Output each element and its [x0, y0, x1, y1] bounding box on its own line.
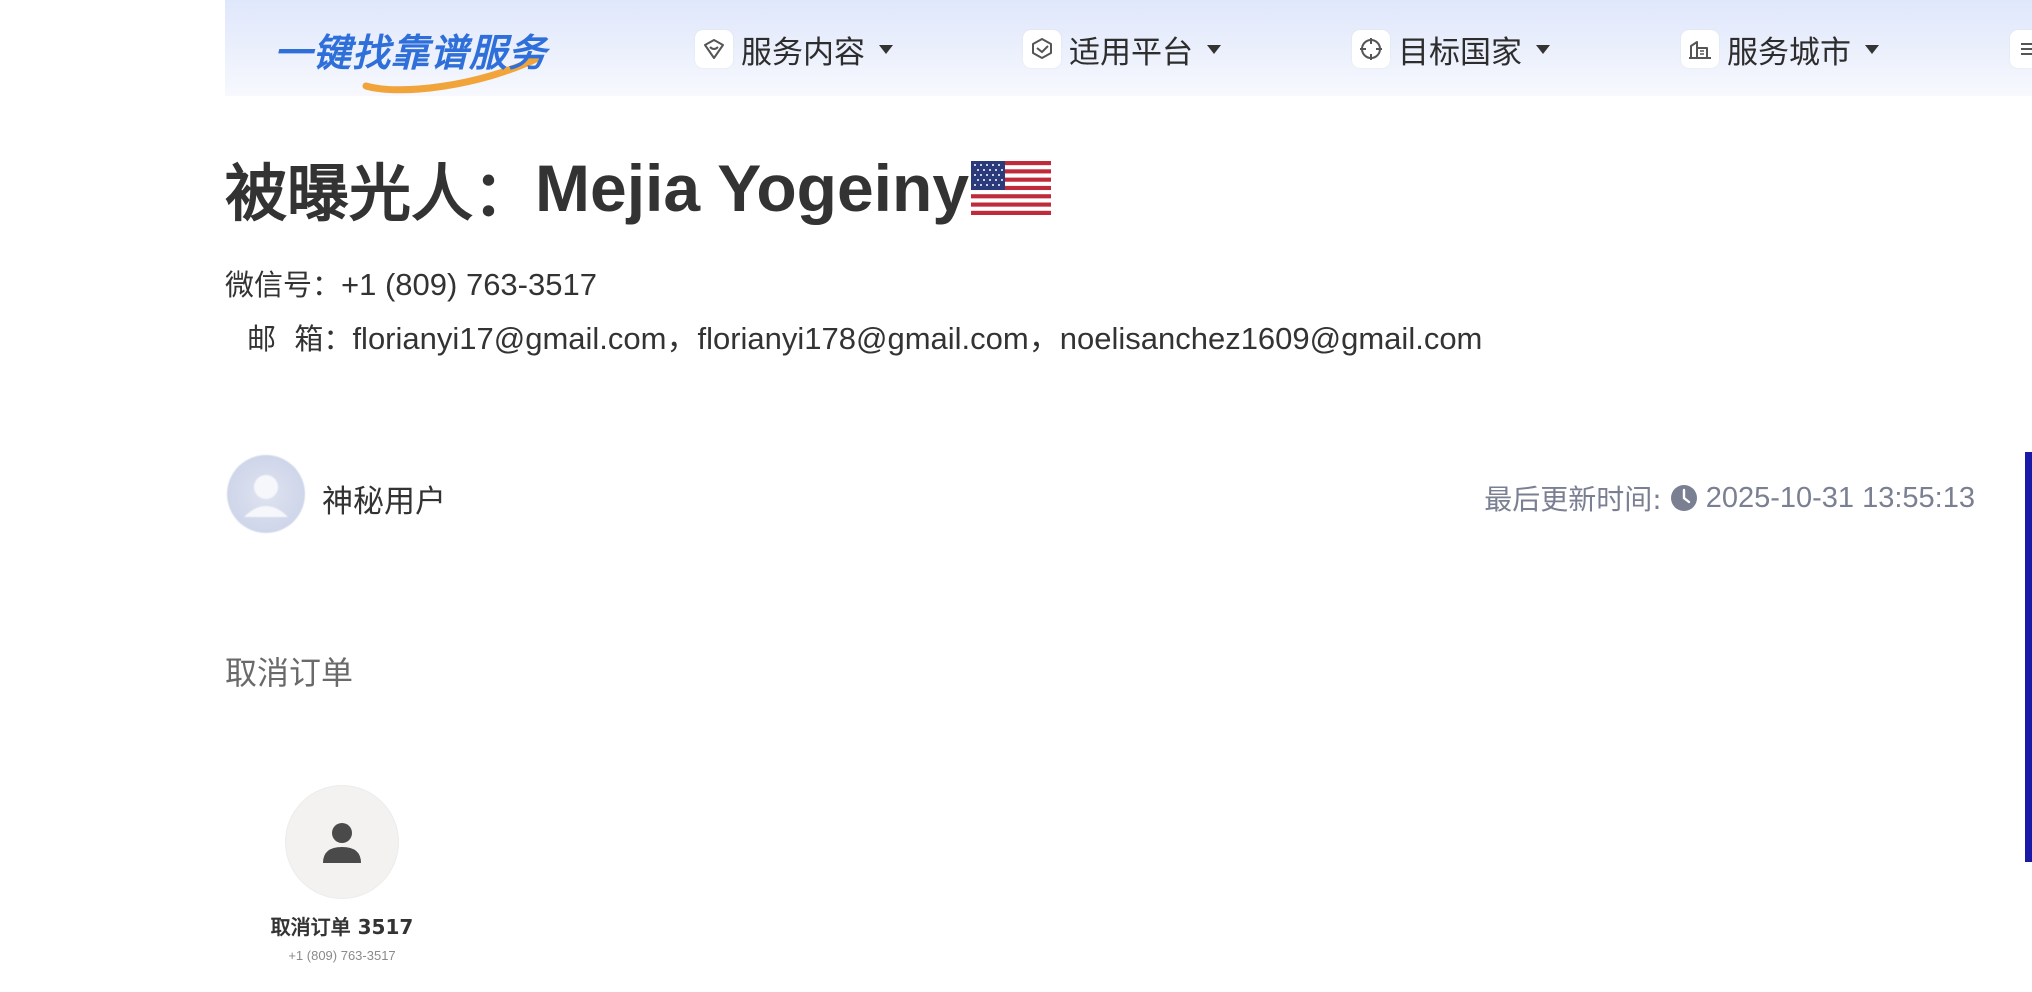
scrollbar-accent[interactable]: [2025, 452, 2032, 862]
menu-icon: [2010, 30, 2032, 68]
nav-label: 服务内容: [741, 34, 865, 71]
avatar: [227, 455, 305, 533]
updated-label: 最后更新时间:: [1484, 483, 1662, 516]
nav-more[interactable]: [2010, 26, 2032, 72]
section-title: 取消订单: [225, 654, 354, 692]
nav-label: 目标国家: [1398, 34, 1522, 71]
nav-target-country[interactable]: 目标国家: [1352, 26, 1550, 72]
site-logo[interactable]: 一键找靠谱服务: [270, 10, 570, 94]
nav-service-content[interactable]: 服务内容: [695, 26, 893, 72]
exposed-person-name: Mejia Yogeiny: [535, 151, 970, 225]
last-updated: 最后更新时间: 2025-10-31 13:55:13: [1484, 478, 1975, 518]
nav-platform[interactable]: 适用平台: [1023, 26, 1221, 72]
clock-icon: [1670, 485, 1697, 511]
updated-timestamp: 2025-10-31 13:55:13: [1705, 481, 1975, 514]
nav-label: 服务城市: [1727, 34, 1851, 71]
building-icon: [1681, 30, 1719, 68]
caret-down-icon: [1865, 44, 1879, 54]
person-icon: [323, 823, 361, 863]
us-flag-icon: [971, 161, 1052, 215]
title-prefix: 被曝光人：: [225, 157, 536, 230]
top-navigation-bar: 一键找靠谱服务 服务内容 适用平台 目标国家 服务城市: [225, 0, 2032, 96]
wechat-line: 微信号：+1 (809) 763-3517: [225, 262, 597, 304]
caret-down-icon: [1207, 44, 1221, 54]
nav-label: 适用平台: [1069, 34, 1193, 71]
contact-card[interactable]: 取消订单 3517 +1 (809) 763-3517: [262, 785, 422, 963]
email-line: 邮 箱：florianyi17@gmail.com，florianyi178@g…: [247, 313, 1482, 358]
page-title: 被曝光人： Mejia Yogeiny: [225, 148, 1052, 230]
email-label: 邮 箱：: [247, 322, 353, 356]
wechat-value: +1 (809) 763-3517: [341, 267, 597, 302]
contact-phone: +1 (809) 763-3517: [288, 948, 396, 963]
shield-heart-icon: [695, 30, 733, 68]
email-values: florianyi17@gmail.com，florianyi178@gmail…: [352, 321, 1483, 356]
nav-service-city[interactable]: 服务城市: [1681, 26, 1879, 72]
caret-down-icon: [1536, 44, 1550, 54]
contact-avatar: [285, 785, 399, 899]
cube-icon: [1023, 30, 1061, 68]
caret-down-icon: [879, 44, 893, 54]
author-name: 神秘用户: [322, 484, 446, 520]
crosshair-icon: [1352, 30, 1390, 68]
logo-text: 一键找靠谱服务: [274, 31, 548, 75]
contact-name: 取消订单 3517: [270, 915, 414, 939]
user-silhouette-icon: [244, 475, 288, 517]
wechat-label: 微信号：: [225, 268, 342, 302]
